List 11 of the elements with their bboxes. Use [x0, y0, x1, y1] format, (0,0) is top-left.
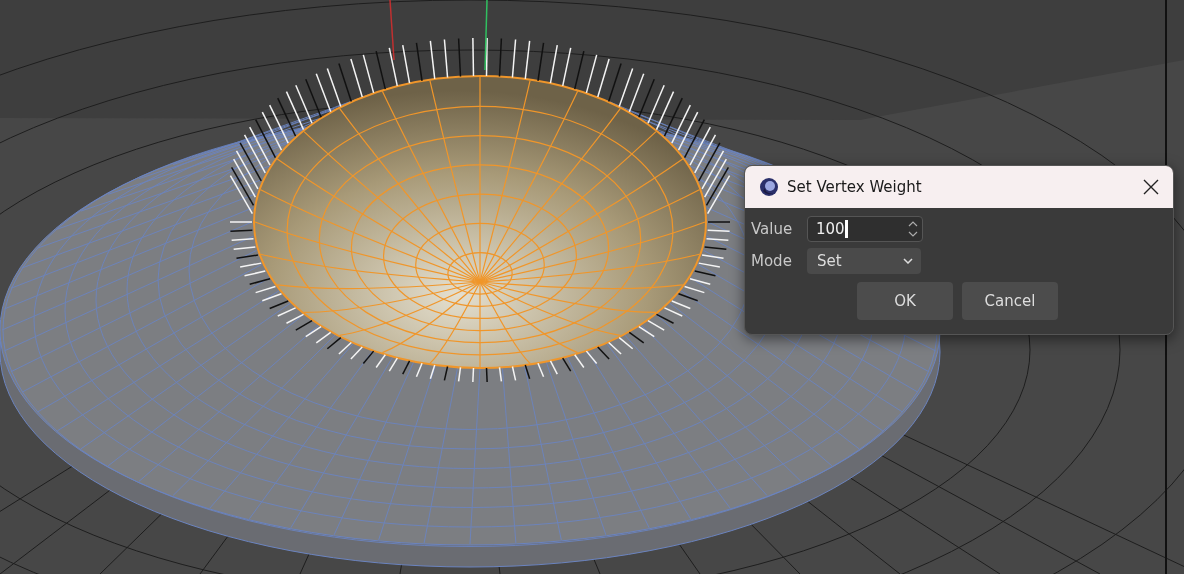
close-icon[interactable]: [1143, 179, 1159, 195]
app-logo-icon: [759, 177, 779, 197]
field-label: Value: [751, 220, 794, 238]
dialog-button[interactable]: OK: [857, 282, 953, 320]
dialog-button[interactable]: Cancel: [962, 282, 1058, 320]
chevron-down-icon: [903, 258, 913, 264]
field-label: Mode: [751, 252, 793, 270]
dialog-title: Set Vertex Weight: [787, 178, 923, 196]
value-field[interactable]: 100: [807, 216, 923, 242]
spinner-icon[interactable]: [908, 220, 918, 238]
mode-dropdown[interactable]: Set: [807, 248, 921, 274]
